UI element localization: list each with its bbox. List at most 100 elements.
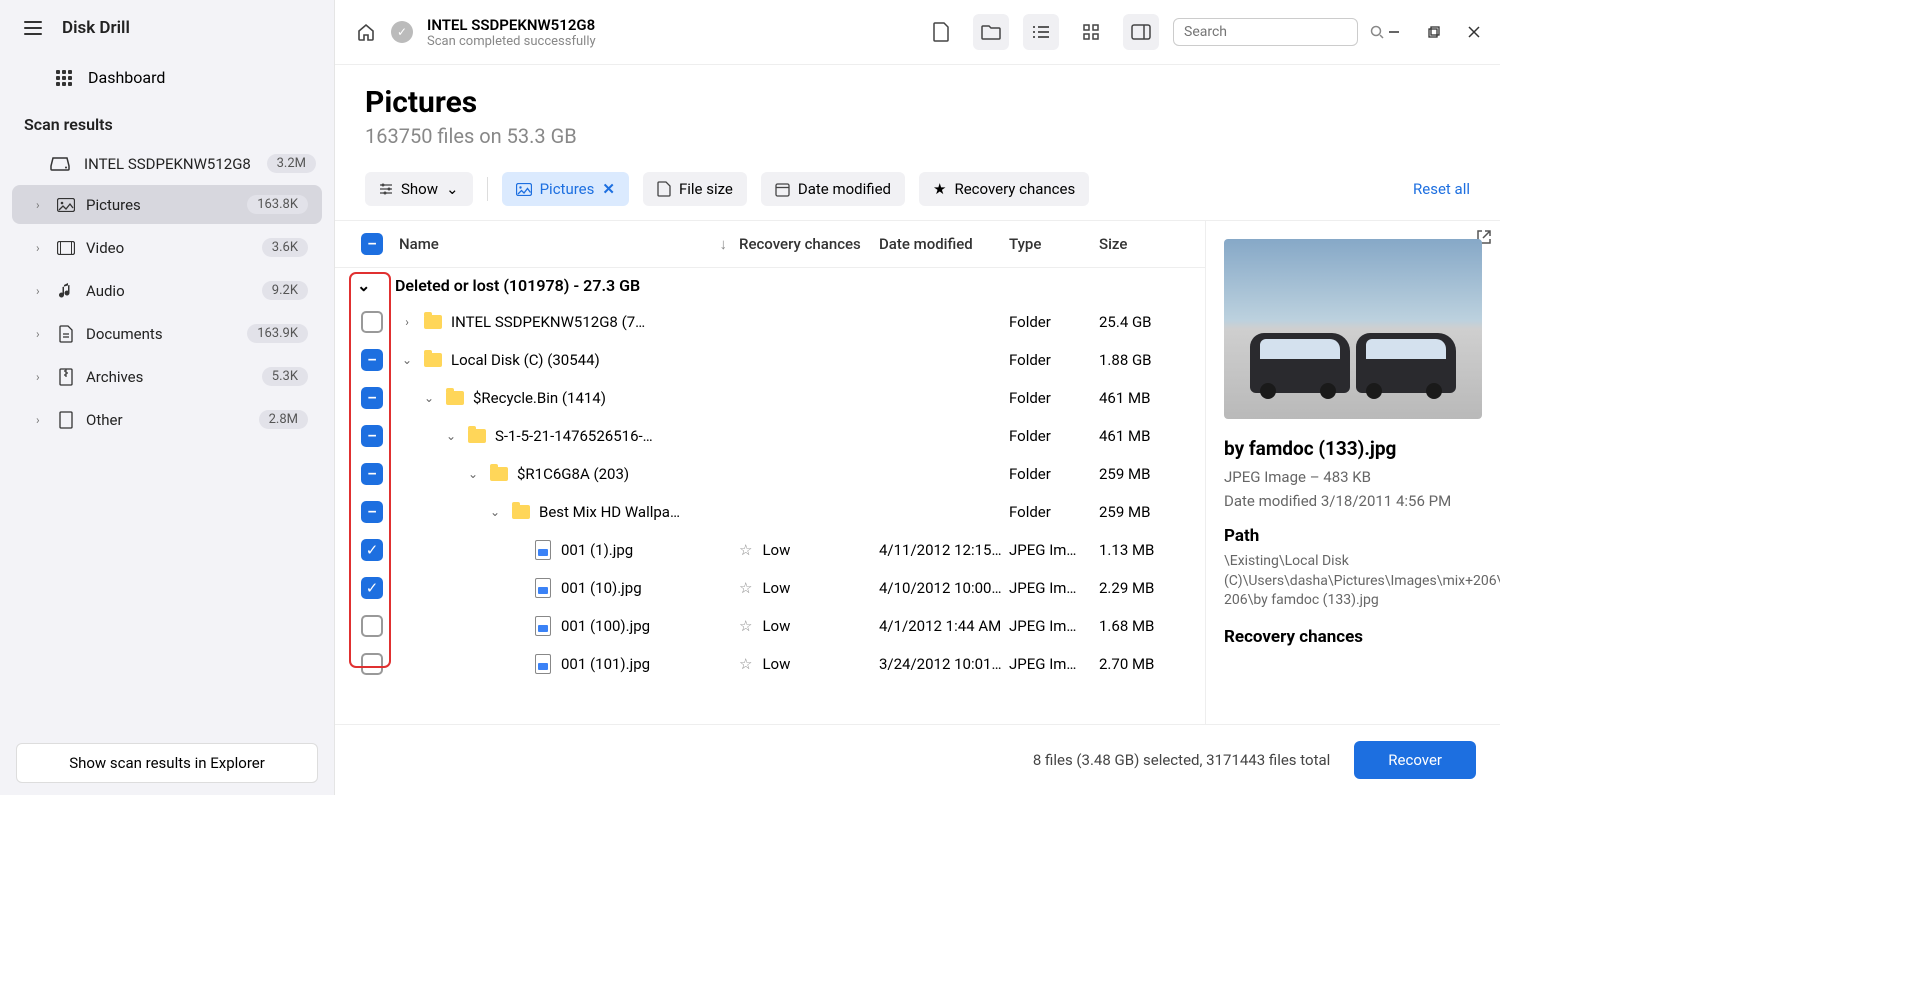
search-input[interactable]: [1173, 18, 1358, 46]
col-type[interactable]: Type: [1009, 235, 1099, 253]
main-area: ✓ INTEL SSDPEKNW512G8 Scan completed suc…: [335, 0, 1500, 795]
filter-bar: Show ⌄ Pictures ✕ File size Date modifie…: [335, 158, 1500, 221]
file-row[interactable]: 001 (100).jpg☆Low4/1/2012 1:44 AMJPEG Im…: [335, 607, 1205, 645]
folder-icon[interactable]: [973, 14, 1009, 50]
row-checkbox[interactable]: –: [361, 463, 383, 485]
size-value: 461 MB: [1099, 389, 1189, 407]
page-title: Pictures: [365, 85, 1470, 120]
folder-icon: [489, 467, 509, 481]
file-name: 001 (101).jpg: [561, 655, 739, 673]
cat-count: 2.8M: [259, 410, 308, 429]
recovery-chances-label: Recovery chances: [1224, 627, 1482, 647]
row-checkbox[interactable]: ✓: [361, 577, 383, 599]
sidebar-item-documents[interactable]: › Documents 163.9K: [12, 314, 322, 353]
pictures-filter-chip[interactable]: Pictures ✕: [502, 172, 629, 206]
sidebar-item-audio[interactable]: › Audio 9.2K: [12, 271, 322, 310]
sidebar-item-video[interactable]: › Video 3.6K: [12, 228, 322, 267]
recover-button[interactable]: Recover: [1354, 741, 1476, 779]
file-row[interactable]: ✓001 (1).jpg☆Low4/11/2012 12:15…JPEG Im……: [335, 531, 1205, 569]
chevron-down-icon[interactable]: ⌄: [487, 505, 503, 519]
folder-row[interactable]: –⌄Local Disk (C) (30544)Folder1.88 GB: [335, 341, 1205, 379]
filesize-filter-button[interactable]: File size: [643, 172, 747, 206]
sidebar: Disk Drill Dashboard Scan results INTEL …: [0, 0, 335, 795]
sort-desc-icon: ↓: [720, 235, 728, 253]
star-icon[interactable]: ☆: [739, 541, 752, 559]
folder-row[interactable]: ›INTEL SSDPEKNW512G8 (7…Folder25.4 GB: [335, 303, 1205, 341]
folder-row[interactable]: – ⌄ $R1C6G8A (203) Folder259 MB: [335, 455, 1205, 493]
filter-label: Date modified: [798, 180, 891, 198]
search-field[interactable]: [1184, 24, 1362, 40]
cat-count: 5.3K: [262, 367, 308, 386]
sidebar-drive[interactable]: INTEL SSDPEKNW512G8 3.2M: [0, 144, 334, 183]
chevron-down-icon[interactable]: ⌄: [399, 353, 415, 367]
chevron-down-icon[interactable]: ⌄: [421, 391, 437, 405]
remove-chip-icon[interactable]: ✕: [602, 180, 615, 198]
reset-all-link[interactable]: Reset all: [1413, 180, 1470, 198]
home-icon[interactable]: [355, 21, 377, 43]
preview-meta-date: Date modified 3/18/2011 4:56 PM: [1224, 492, 1482, 510]
hamburger-icon[interactable]: [24, 21, 42, 35]
file-row[interactable]: 001 (101).jpg☆Low3/24/2012 10:01…JPEG Im…: [335, 645, 1205, 683]
file-icon[interactable]: [923, 14, 959, 50]
folder-row[interactable]: –⌄$Recycle.Bin (1414)Folder461 MB: [335, 379, 1205, 417]
close-icon[interactable]: [1468, 26, 1480, 38]
col-name[interactable]: Name↓: [393, 235, 739, 253]
chevron-right-icon[interactable]: ›: [399, 315, 415, 329]
scan-results-label: Scan results: [0, 99, 334, 144]
row-checkbox[interactable]: [361, 653, 383, 675]
cat-label: Archives: [86, 368, 252, 386]
chevron-down-icon[interactable]: ⌄: [443, 429, 459, 443]
col-recovery[interactable]: Recovery chances: [739, 235, 879, 253]
panel-view-icon[interactable]: [1123, 14, 1159, 50]
row-checkbox[interactable]: ✓: [361, 539, 383, 561]
folder-row[interactable]: –⌄S-1-5-21-1476526516-…Folder461 MB: [335, 417, 1205, 455]
file-name: $R1C6G8A (203): [517, 465, 739, 483]
date-filter-button[interactable]: Date modified: [761, 172, 905, 206]
sidebar-item-other[interactable]: › Other 2.8M: [12, 400, 322, 439]
cat-count: 3.6K: [262, 238, 308, 257]
file-icon: [657, 181, 671, 197]
type-value: JPEG Im…: [1009, 617, 1099, 635]
preview-filename: by famdoc (133).jpg: [1224, 437, 1482, 460]
grid-view-icon[interactable]: [1073, 14, 1109, 50]
type-value: Folder: [1009, 427, 1099, 445]
maximize-icon[interactable]: [1428, 26, 1440, 38]
dashboard-icon: [56, 70, 72, 86]
folder-row[interactable]: –⌄Best Mix HD Wallpa…Folder259 MB: [335, 493, 1205, 531]
select-all-checkbox[interactable]: –: [361, 233, 383, 255]
show-filter-button[interactable]: Show ⌄: [365, 172, 473, 206]
breadcrumb-sub: Scan completed successfully: [427, 34, 596, 49]
star-icon[interactable]: ☆: [739, 655, 752, 673]
star-icon[interactable]: ☆: [739, 617, 752, 635]
sidebar-item-pictures[interactable]: › Pictures 163.8K: [12, 185, 322, 224]
row-checkbox[interactable]: –: [361, 501, 383, 523]
recovery-value: Low: [762, 579, 790, 597]
row-checkbox[interactable]: –: [361, 425, 383, 447]
sidebar-item-dashboard[interactable]: Dashboard: [0, 56, 334, 99]
minimize-icon[interactable]: [1388, 26, 1400, 38]
star-icon: ★: [933, 180, 946, 198]
show-in-explorer-button[interactable]: Show scan results in Explorer: [16, 743, 318, 783]
file-row[interactable]: ✓001 (10).jpg☆Low4/10/2012 10:00…JPEG Im…: [335, 569, 1205, 607]
music-icon: [56, 283, 76, 299]
preview-pane: by famdoc (133).jpg JPEG Image – 483 KB …: [1205, 221, 1500, 724]
sidebar-item-archives[interactable]: › Archives 5.3K: [12, 357, 322, 396]
group-header[interactable]: ⌄ Deleted or lost (101978) - 27.3 GB: [335, 268, 1205, 303]
recovery-filter-button[interactable]: ★ Recovery chances: [919, 172, 1089, 206]
list-view-icon[interactable]: [1023, 14, 1059, 50]
row-checkbox[interactable]: –: [361, 387, 383, 409]
row-checkbox[interactable]: –: [361, 349, 383, 371]
size-value: 2.29 MB: [1099, 579, 1189, 597]
row-checkbox[interactable]: [361, 311, 383, 333]
row-checkbox[interactable]: [361, 615, 383, 637]
type-value: Folder: [1009, 465, 1099, 483]
chevron-down-icon[interactable]: ⌄: [465, 467, 481, 481]
col-date[interactable]: Date modified: [879, 235, 1009, 253]
star-icon[interactable]: ☆: [739, 579, 752, 597]
path-label: Path: [1224, 526, 1482, 546]
drive-name: INTEL SSDPEKNW512G8: [84, 155, 253, 173]
image-file-icon: [533, 578, 553, 598]
size-value: 259 MB: [1099, 465, 1189, 483]
file-name: $Recycle.Bin (1414): [473, 389, 739, 407]
col-size[interactable]: Size: [1099, 235, 1189, 253]
